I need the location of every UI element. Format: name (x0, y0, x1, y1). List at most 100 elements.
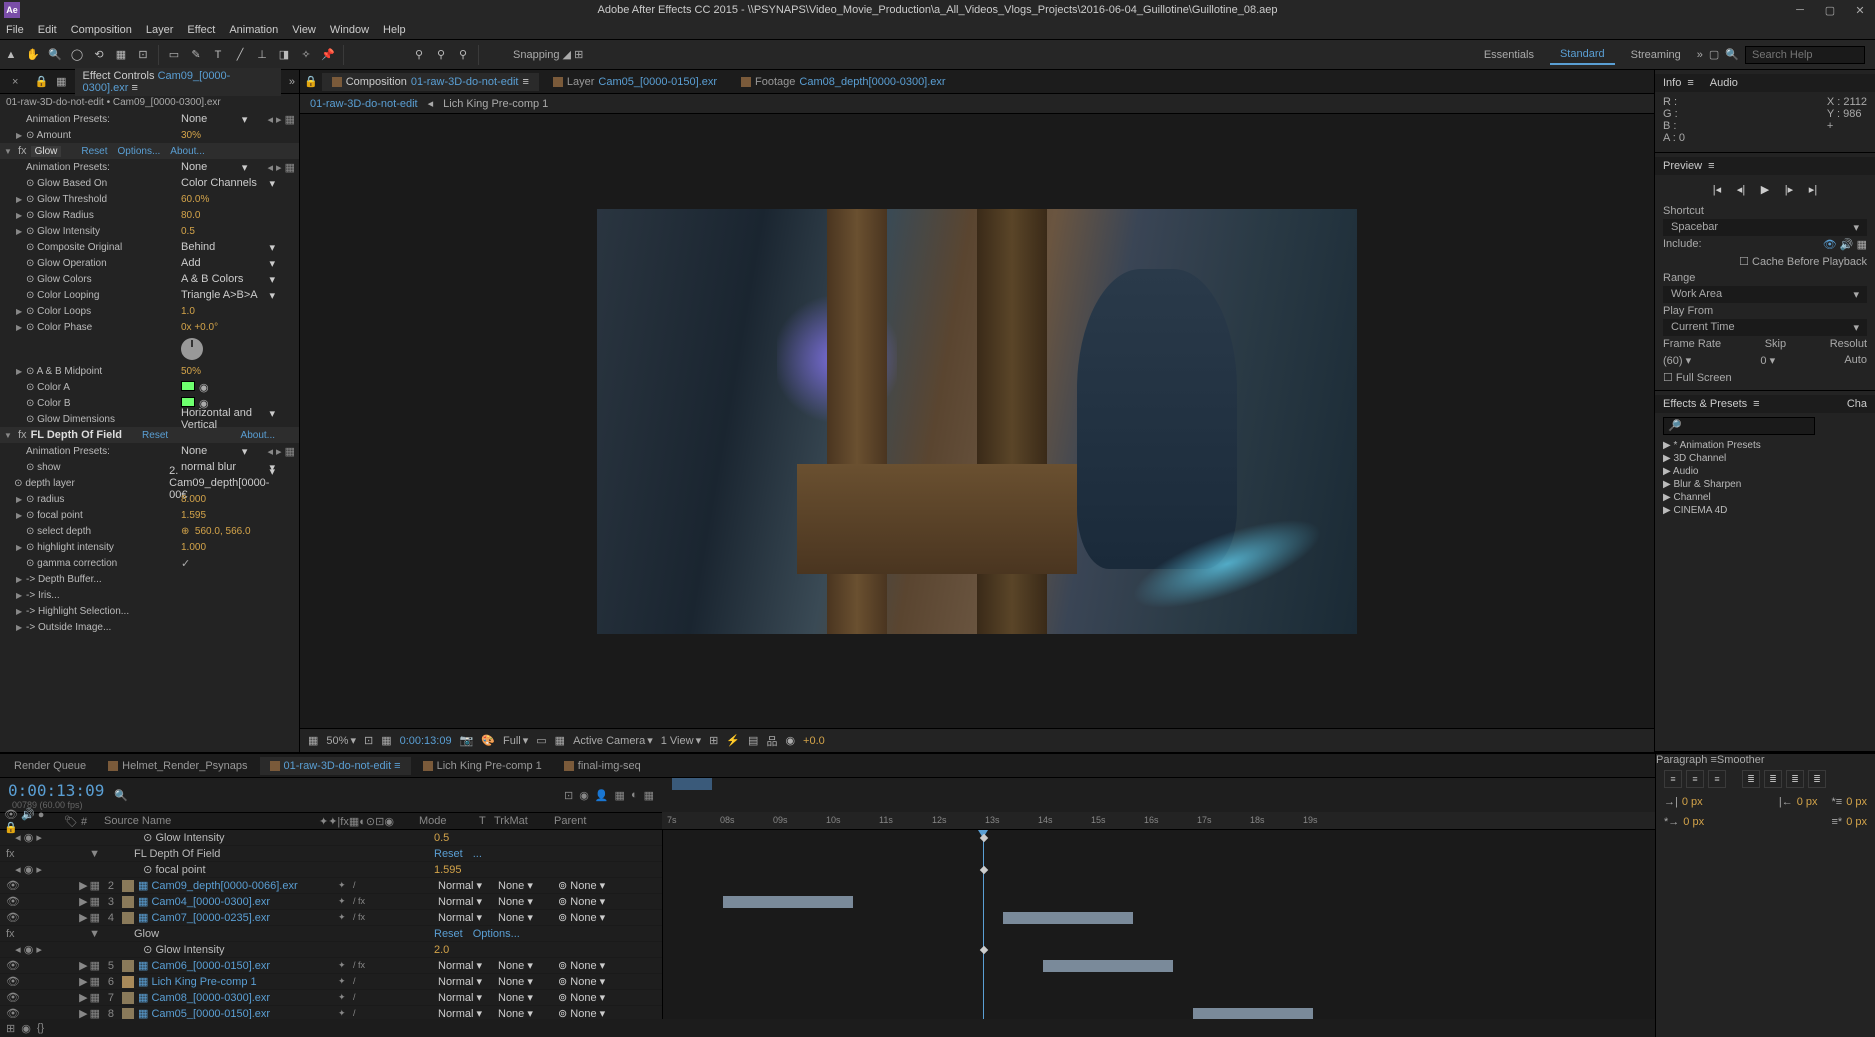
layer-switches[interactable]: ✦ / fx (338, 912, 438, 923)
twirl-icon[interactable]: ▶ (16, 511, 26, 520)
layer-name[interactable]: ▦ Cam04_[0000-0300].exr (138, 895, 338, 908)
tab-project[interactable]: × (4, 74, 26, 90)
tab-paragraph[interactable]: Paragraph (1656, 754, 1707, 766)
twirl-icon[interactable]: ▶ (79, 959, 87, 972)
layer-name[interactable]: ▦ Cam09_depth[0000-0066].exr (138, 879, 338, 892)
layer-switches[interactable]: ✦ / (338, 880, 438, 891)
align-right[interactable]: ≡ (1708, 770, 1726, 788)
prop-checkbox[interactable]: ✓ (181, 557, 190, 570)
search-icon[interactable]: 🔍 (114, 789, 128, 802)
twirl-icon[interactable]: ▶ (79, 879, 87, 892)
shy-toggle[interactable]: 👤 (595, 789, 609, 802)
track-matte[interactable]: None ▾ (498, 991, 558, 1004)
prop-value[interactable]: 30% (181, 130, 201, 141)
twirl-icon[interactable]: ▶ (79, 911, 87, 924)
pan-behind-tool[interactable]: ⊡ (132, 44, 154, 66)
layer-name[interactable]: ▦ Cam07_[0000-0235].exr (138, 911, 338, 924)
panel-menu-icon[interactable]: ≡ (1710, 754, 1716, 766)
layer-switches[interactable]: ✦ / (338, 1008, 438, 1019)
lock-icon[interactable]: 🔒 (34, 75, 48, 88)
first-indent[interactable]: 0 px (1683, 816, 1704, 828)
current-time[interactable]: 0:00:13:09 (400, 735, 452, 747)
twirl-icon[interactable]: ▶ (16, 495, 26, 504)
layer-color[interactable] (122, 880, 134, 892)
dial-icon[interactable] (181, 338, 203, 360)
overlay-icon[interactable]: ▦ (1857, 239, 1867, 251)
comp-tab[interactable]: Footage Cam08_depth[0000-0300].exr (731, 73, 956, 91)
timeline-tab[interactable]: final-img-seq (554, 757, 651, 775)
twirl-icon[interactable]: ▶ (16, 575, 26, 584)
comp-tab[interactable]: Composition 01-raw-3D-do-not-edit ≡ (322, 73, 539, 91)
twirl-icon[interactable]: ▶ (16, 211, 26, 220)
layer-bar[interactable] (1043, 960, 1173, 972)
blend-mode[interactable]: Normal ▾ (438, 1007, 498, 1019)
clone-tool[interactable]: ⊥ (251, 44, 273, 66)
lock-icon[interactable]: 🔒 (304, 75, 318, 88)
prop-point[interactable]: ⊕ 560.0, 566.0 (181, 526, 251, 537)
property-value[interactable]: 1.595 (434, 864, 462, 876)
header-t[interactable]: T (475, 815, 490, 827)
layer-bar[interactable] (723, 896, 853, 908)
blend-mode[interactable]: Normal ▾ (438, 911, 498, 924)
preset-category[interactable]: ▶ Blur & Sharpen (1655, 478, 1875, 491)
maximize-button[interactable]: ▢ (1815, 4, 1845, 17)
menu-help[interactable]: Help (383, 24, 406, 36)
parent-select[interactable]: ⊚ None ▾ (558, 1007, 638, 1019)
align-left[interactable]: ≡ (1664, 770, 1682, 788)
timeline-row[interactable]: 👁 ▶▦2▦ Cam09_depth[0000-0066].exr✦ / Nor… (0, 878, 662, 894)
layer-color[interactable] (122, 960, 134, 972)
layer-color[interactable] (122, 896, 134, 908)
menu-effect[interactable]: Effect (187, 24, 215, 36)
sync-icon[interactable]: ▢ (1709, 48, 1719, 61)
tab-smoother[interactable]: Smoother (1717, 754, 1765, 766)
preset-category[interactable]: ▶ * Animation Presets (1655, 439, 1875, 452)
next-frame-button[interactable]: |▸ (1781, 181, 1797, 197)
workspace-essentials[interactable]: Essentials (1474, 46, 1544, 64)
preset-category[interactable]: ▶ Channel (1655, 491, 1875, 504)
panel-menu[interactable]: » (289, 76, 295, 88)
exposure[interactable]: +0.0 (803, 735, 825, 747)
timeline-row[interactable]: 👁 ▶▦3▦ Cam04_[0000-0300].exr✦ / fx Norma… (0, 894, 662, 910)
layer-switches[interactable]: ✦ / (338, 992, 438, 1003)
prop-value[interactable]: 1.595 (181, 510, 206, 521)
resolution[interactable]: Full ▾ (503, 734, 528, 747)
layer-color[interactable] (122, 976, 134, 988)
eye-icon[interactable]: 👁 (6, 975, 20, 988)
flowchart-crumb[interactable]: 01-raw-3D-do-not-edit (310, 98, 418, 110)
type-tool[interactable]: T (207, 44, 229, 66)
cache-checkbox[interactable]: ☐ Cache Before Playback (1739, 255, 1867, 268)
layer-color[interactable] (122, 992, 134, 1004)
eye-icon[interactable]: 👁 (6, 895, 20, 908)
reset-link[interactable]: Reset (434, 848, 463, 860)
property-value[interactable]: 2.0 (434, 944, 449, 956)
zoom-tool[interactable]: 🔍 (44, 44, 66, 66)
eraser-tool[interactable]: ◨ (273, 44, 295, 66)
parent-select[interactable]: ⊚ None ▾ (558, 991, 638, 1004)
timeline-btn[interactable]: ▤ (748, 734, 758, 747)
property-name[interactable]: ⊙ Glow Intensity (134, 943, 334, 956)
layer-color[interactable] (122, 912, 134, 924)
property-name[interactable]: ⊙ Glow Intensity (134, 831, 334, 844)
layer-name[interactable]: ▦ Lich King Pre-comp 1 (138, 975, 338, 988)
pen-tool[interactable]: ✎ (185, 44, 207, 66)
preset-nav[interactable]: ◂ ▸ ▦ (267, 113, 295, 126)
track-matte[interactable]: None ▾ (498, 895, 558, 908)
eye-icon[interactable]: 👁 (6, 959, 20, 972)
flowchart-crumb[interactable]: Lich King Pre-comp 1 (443, 98, 548, 110)
indent-right[interactable]: 0 px (1797, 796, 1818, 808)
keyframe[interactable] (980, 866, 988, 874)
twirl-icon[interactable]: ▦ (90, 959, 100, 972)
prop-value[interactable]: 80.0 (181, 210, 200, 221)
video-icon[interactable]: 👁 (1823, 239, 1837, 251)
preset-category[interactable]: ▶ 3D Channel (1655, 452, 1875, 465)
shortcut-value[interactable]: Spacebar (1671, 221, 1718, 234)
brackets-icon[interactable]: {} (37, 1022, 44, 1034)
space-after[interactable]: 0 px (1846, 816, 1867, 828)
layer-switches[interactable]: ✦ / fx (338, 896, 438, 907)
preset-category[interactable]: ▶ Audio (1655, 465, 1875, 478)
prop-dropdown[interactable]: None▾ (181, 113, 267, 126)
motion-blur[interactable]: ◐ (631, 789, 638, 802)
twirl-icon[interactable]: ▼ (4, 147, 14, 156)
options-link[interactable]: ... (473, 848, 482, 860)
blend-mode[interactable]: Normal ▾ (438, 895, 498, 908)
